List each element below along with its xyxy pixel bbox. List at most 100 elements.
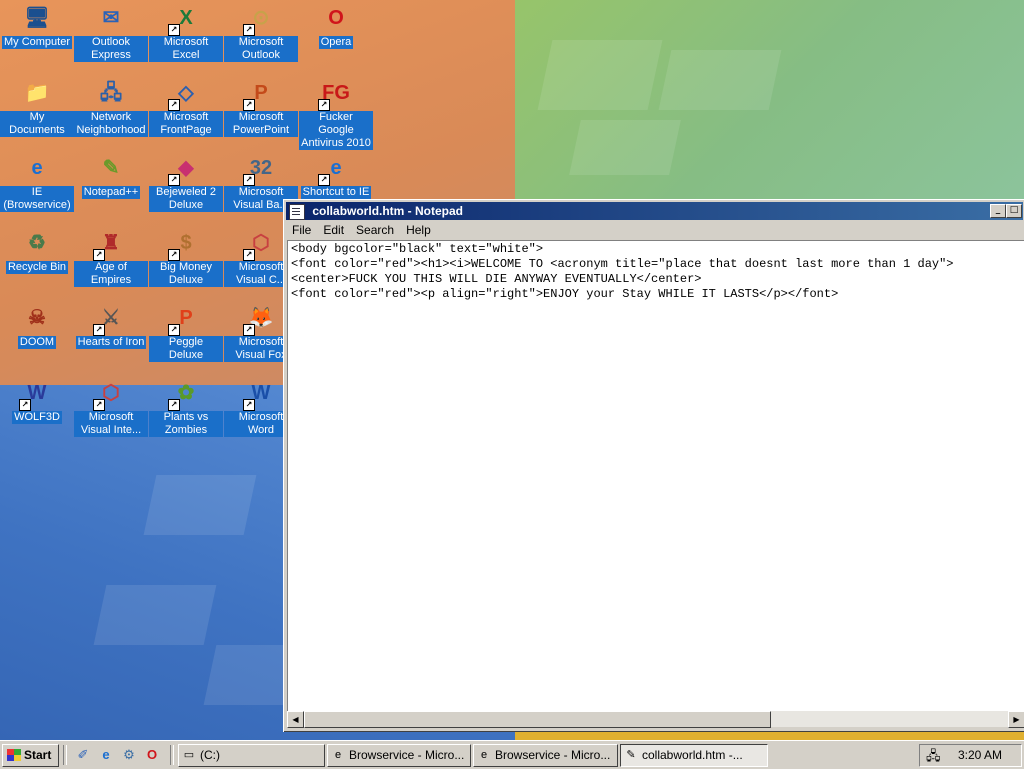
start-button[interactable]: Start bbox=[2, 744, 59, 767]
menu-file[interactable]: File bbox=[286, 221, 317, 239]
desktop-icon[interactable]: X ↗ Microsoft Excel bbox=[149, 2, 223, 62]
desktop-icon-glyph: e ↗ bbox=[318, 152, 352, 186]
taskbar-task[interactable]: ▭ (C:) bbox=[178, 744, 325, 767]
desktop-icon[interactable]: ⚔ ↗ Hearts of Iron bbox=[74, 302, 148, 349]
shortcut-arrow-icon: ↗ bbox=[19, 399, 31, 411]
desktop-icon[interactable]: ☠ DOOM bbox=[0, 302, 74, 349]
show-desktop-icon[interactable]: ✐ bbox=[75, 747, 91, 763]
network-tray-icon[interactable]: 🖧 bbox=[926, 745, 941, 766]
shortcut-arrow-icon: ↗ bbox=[168, 24, 180, 36]
desktop-icon[interactable]: e IE (Browservice) bbox=[0, 152, 74, 212]
desktop-icon[interactable]: ♻ Recycle Bin bbox=[0, 227, 74, 274]
task-icon: e bbox=[480, 749, 488, 761]
menu-edit[interactable]: Edit bbox=[317, 221, 350, 239]
ie-quicklaunch-icon[interactable]: e bbox=[98, 747, 114, 763]
system-tray: 🖧 3:20 AM bbox=[919, 744, 1022, 767]
shortcut-arrow-icon: ↗ bbox=[243, 324, 255, 336]
shortcut-arrow-icon: ↗ bbox=[318, 174, 330, 186]
desktop-icon[interactable]: W ↗ WOLF3D bbox=[0, 377, 74, 424]
task-label: Browservice - Micro... bbox=[495, 748, 611, 762]
menu-search[interactable]: Search bbox=[350, 221, 400, 239]
menu-help[interactable]: Help bbox=[400, 221, 437, 239]
desktop-icon-label: Notepad++ bbox=[81, 186, 141, 199]
desktop-icon-label: Peggle Deluxe bbox=[149, 336, 223, 362]
desktop-icon[interactable]: ◇ ↗ Microsoft FrontPage bbox=[149, 77, 223, 137]
desktop-icon-label: Hearts of Iron bbox=[75, 336, 147, 349]
minimize-button[interactable]: _ bbox=[990, 204, 1006, 218]
desktop-icon-label: Shortcut to IE bbox=[300, 186, 372, 199]
desktop-icon[interactable]: ✉ Outlook Express bbox=[74, 2, 148, 62]
desktop-icon-label: Big Money Deluxe bbox=[149, 261, 223, 287]
shortcut-arrow-icon: ↗ bbox=[168, 99, 180, 111]
desktop-icon[interactable]: ✎ Notepad++ bbox=[74, 152, 148, 199]
separator bbox=[170, 745, 174, 765]
shortcut-arrow-icon: ↗ bbox=[243, 249, 255, 261]
desktop-icon-glyph: $ ↗ bbox=[168, 227, 202, 261]
outlook-quicklaunch-icon[interactable]: ⚙ bbox=[121, 747, 137, 763]
desktop-icon[interactable]: O Opera bbox=[299, 2, 373, 49]
desktop-icon[interactable]: 🖥 My Computer bbox=[0, 2, 74, 49]
document-text[interactable]: <body bgcolor="black" text="white"> <fon… bbox=[288, 241, 1024, 303]
desktop-icon-glyph: P ↗ bbox=[243, 77, 277, 111]
shortcut-arrow-icon: ↗ bbox=[168, 249, 180, 261]
desktop-icon-label: Microsoft PowerPoint bbox=[224, 111, 298, 137]
desktop-icon-glyph: P ↗ bbox=[168, 302, 202, 336]
desktop-icon-label: Opera bbox=[318, 36, 354, 49]
desktop-icon-glyph: W ↗ bbox=[243, 377, 277, 411]
desktop-icon-label: Microsoft Excel bbox=[149, 36, 223, 62]
maximize-button[interactable]: □ bbox=[1006, 204, 1022, 218]
taskbar-task[interactable]: e Browservice - Micro... bbox=[473, 744, 618, 767]
scroll-right-icon[interactable]: ▶ bbox=[1008, 711, 1024, 728]
desktop-icon-label: Fucker Google Antivirus 2010 bbox=[299, 111, 373, 150]
horizontal-scrollbar[interactable]: ◀ ▶ bbox=[287, 711, 1024, 728]
task-icon: e bbox=[334, 749, 342, 761]
desktop-icon-label: Age of Empires bbox=[74, 261, 148, 287]
opera-quicklaunch-icon[interactable]: O bbox=[144, 747, 160, 763]
task-label: collabworld.htm -... bbox=[642, 748, 743, 762]
desktop-icon-glyph: 📁 bbox=[24, 82, 50, 104]
desktop-icon-glyph: ♻ bbox=[28, 232, 46, 254]
desktop-icon[interactable]: ⊙ ↗ Microsoft Outlook bbox=[224, 2, 298, 62]
desktop-icon[interactable]: ♜ ↗ Age of Empires bbox=[74, 227, 148, 287]
scroll-thumb[interactable] bbox=[304, 711, 771, 728]
desktop-icon-label: Microsoft FrontPage bbox=[149, 111, 223, 137]
desktop-icon[interactable]: ✿ ↗ Plants vs Zombies bbox=[149, 377, 223, 437]
desktop-icon-label: My Documents bbox=[0, 111, 74, 137]
desktop-icon-glyph: ♜ ↗ bbox=[93, 227, 127, 261]
desktop-icon[interactable]: 📁 My Documents bbox=[0, 77, 74, 137]
desktop-icon[interactable]: 🖧 Network Neighborhood bbox=[74, 77, 148, 137]
taskbar: Start ✐ e ⚙ O ▭ (C:) e Browservice - Micro.… bbox=[0, 740, 1024, 769]
taskbar-task[interactable]: e Browservice - Micro... bbox=[327, 744, 471, 767]
text-editor[interactable]: <body bgcolor="black" text="white"> <fon… bbox=[287, 240, 1024, 712]
desktop-icon[interactable]: P ↗ Peggle Deluxe bbox=[149, 302, 223, 362]
desktop-icon-glyph: W ↗ bbox=[19, 377, 53, 411]
desktop-icon-label: Microsoft Outlook bbox=[224, 36, 298, 62]
desktop-icon-glyph: 🖧 bbox=[99, 82, 123, 104]
notepad-window[interactable]: collabworld.htm - Notepad _ □ File Edit Se… bbox=[283, 199, 1024, 732]
notepad-title-bar[interactable]: collabworld.htm - Notepad _ □ bbox=[286, 202, 1023, 220]
task-label: (C:) bbox=[200, 748, 220, 762]
desktop-icon[interactable]: FG ↗ Fucker Google Antivirus 2010 bbox=[299, 77, 373, 150]
desktop-icon[interactable]: ◆ ↗ Bejeweled 2 Deluxe bbox=[149, 152, 223, 212]
taskbar-task[interactable]: ✎ collabworld.htm -... bbox=[620, 744, 768, 767]
desktop-icon-glyph: ✎ bbox=[102, 157, 120, 179]
desktop-icon-label: DOOM bbox=[17, 336, 57, 349]
desktop-icon-glyph: e bbox=[31, 157, 43, 179]
window-title: collabworld.htm - Notepad bbox=[312, 204, 464, 218]
desktop-icon-label: Microsoft Visual Inte... bbox=[74, 411, 148, 437]
shortcut-arrow-icon: ↗ bbox=[93, 399, 105, 411]
shortcut-arrow-icon: ↗ bbox=[168, 324, 180, 336]
desktop-icon[interactable]: $ ↗ Big Money Deluxe bbox=[149, 227, 223, 287]
desktop-icon[interactable]: e ↗ Shortcut to IE bbox=[299, 152, 373, 199]
task-icon: ▭ bbox=[183, 749, 195, 761]
scroll-left-icon[interactable]: ◀ bbox=[287, 711, 304, 728]
desktop-icon-label: Plants vs Zombies bbox=[149, 411, 223, 437]
desktop-icon[interactable]: ⬡ ↗ Microsoft Visual Inte... bbox=[74, 377, 148, 437]
task-icon: ✎ bbox=[626, 749, 636, 761]
shortcut-arrow-icon: ↗ bbox=[243, 399, 255, 411]
clock[interactable]: 3:20 AM bbox=[958, 745, 1002, 766]
desktop-icon-glyph: ✿ ↗ bbox=[168, 377, 202, 411]
desktop-icon[interactable]: P ↗ Microsoft PowerPoint bbox=[224, 77, 298, 137]
desktop-icon-glyph: ✉ bbox=[102, 7, 120, 29]
shortcut-arrow-icon: ↗ bbox=[243, 24, 255, 36]
